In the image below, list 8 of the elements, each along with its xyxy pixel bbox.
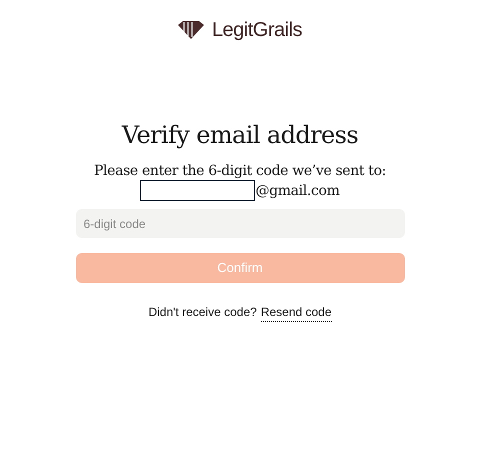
brand-name: LegitGrails <box>212 18 302 43</box>
page-title: Verify email address <box>122 120 358 150</box>
email-domain: @gmail.com <box>255 182 340 200</box>
resend-code-link[interactable]: Resend code <box>260 303 332 322</box>
instruction-text: Please enter the 6-digit code we’ve sent to: <box>94 162 386 180</box>
resend-prompt: Didn't receive code? <box>148 304 257 321</box>
code-input-field[interactable]: 6-digit code <box>76 209 404 238</box>
diamond-logo-icon <box>178 21 204 39</box>
